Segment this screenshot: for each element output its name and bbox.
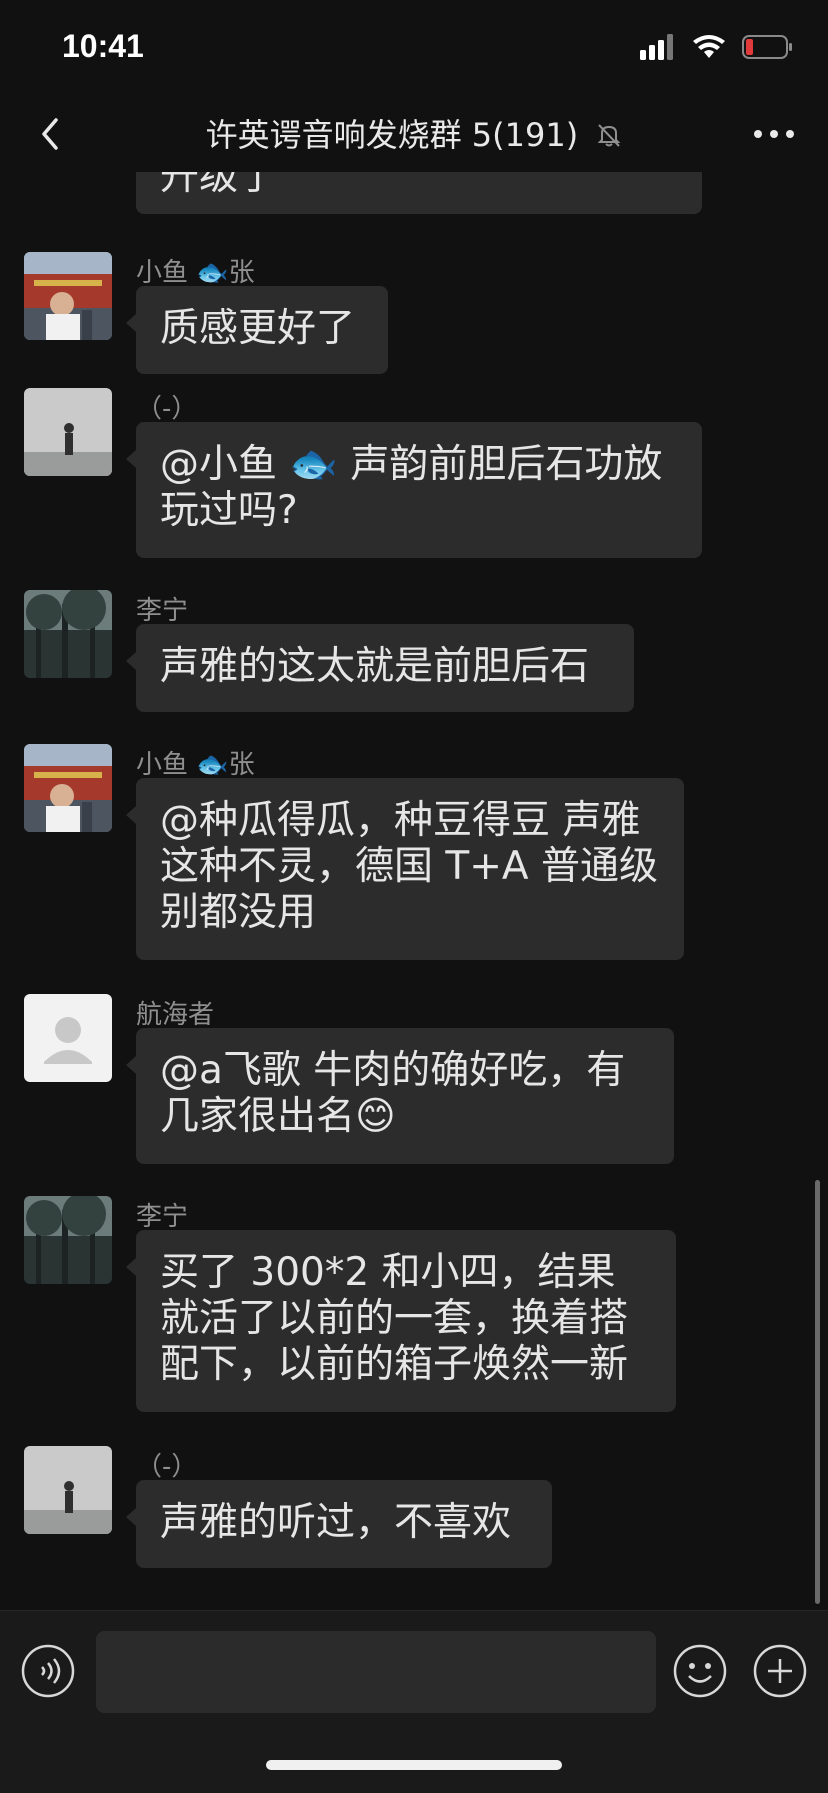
sender-name: 小鱼 🐟张 [136, 258, 255, 288]
avatar[interactable] [24, 388, 112, 476]
status-time: 10:41 [62, 28, 144, 64]
avatar[interactable] [24, 1446, 112, 1534]
message-text: @a飞歌 牛肉的确好吃，有几家很出名😊 [160, 1048, 626, 1139]
message-bubble[interactable]: 升级了 [136, 172, 702, 214]
emoji-icon [673, 1644, 727, 1698]
message-bubble[interactable]: @a飞歌 牛肉的确好吃，有几家很出名😊 [126, 1028, 674, 1164]
message-bubble[interactable]: 声雅的这太就是前胆后石 [126, 624, 634, 712]
sender-name: 小鱼 🐟张 [136, 750, 255, 780]
message-bubble[interactable]: @小鱼 🐟 声韵前胆后石功放玩过吗? [126, 422, 702, 558]
emoji-button[interactable] [672, 1643, 728, 1699]
battery-icon [742, 35, 792, 59]
bell-off-icon [596, 118, 622, 156]
scrollbar[interactable] [815, 1180, 820, 1604]
sender-name: （-） [136, 1452, 198, 1482]
avatar[interactable] [24, 744, 112, 832]
message-bubble[interactable]: 买了 300*2 和小四，结果就活了以前的一套，换着搭配下，以前的箱子焕然一新 [126, 1230, 676, 1412]
wifi-icon [693, 35, 725, 58]
signal-icon [640, 34, 673, 60]
home-indicator [266, 1760, 562, 1770]
chat-message-list[interactable]: 升级了 小鱼 🐟张 质感更好了 （-） @小鱼 🐟 声韵前胆后石功放玩过吗? 李… [0, 172, 828, 1610]
sender-name: 李宁 [136, 1202, 189, 1232]
sender-name: 航海者 [136, 1000, 215, 1030]
chat-title-text: 许英谔音响发烧群 5(191) [205, 116, 579, 154]
more-button[interactable] [744, 108, 804, 160]
sender-name: 李宁 [136, 596, 189, 626]
voice-button[interactable] [20, 1643, 76, 1699]
message-text: 买了 300*2 和小四，结果就活了以前的一套，换着搭配下，以前的箱子焕然一新 [160, 1250, 629, 1387]
default-avatar-icon [24, 994, 112, 1082]
plus-icon [753, 1644, 807, 1698]
voice-icon [21, 1644, 75, 1698]
message-text: 升级了 [160, 172, 278, 199]
sender-name: （-） [136, 394, 198, 424]
status-icons [640, 34, 794, 60]
avatar[interactable] [24, 252, 112, 340]
message-text: @小鱼 🐟 声韵前胆后石功放玩过吗? [160, 442, 663, 533]
message-bubble[interactable]: 质感更好了 [126, 286, 388, 374]
avatar[interactable] [24, 590, 112, 678]
chat-title: 许英谔音响发烧群 5(191) [0, 110, 828, 156]
message-text: 声雅的这太就是前胆后石 [160, 644, 590, 689]
message-bubble[interactable]: @种瓜得瓜，种豆得豆 声雅这种不灵，德国 T+A 普通级别都没用 [126, 778, 684, 960]
message-text: 声雅的听过，不喜欢 [160, 1500, 512, 1545]
message-text: 质感更好了 [160, 306, 356, 351]
avatar[interactable] [24, 1196, 112, 1284]
status-bar: 10:41 [0, 0, 828, 96]
message-input[interactable] [96, 1631, 656, 1713]
avatar[interactable] [24, 994, 112, 1082]
message-bubble[interactable]: 声雅的听过，不喜欢 [126, 1480, 552, 1568]
more-dots-icon [754, 130, 794, 138]
plus-button[interactable] [752, 1643, 808, 1699]
nav-bar: 许英谔音响发烧群 5(191) [0, 96, 828, 172]
message-text: @种瓜得瓜，种豆得豆 声雅这种不灵，德国 T+A 普通级别都没用 [160, 798, 658, 935]
